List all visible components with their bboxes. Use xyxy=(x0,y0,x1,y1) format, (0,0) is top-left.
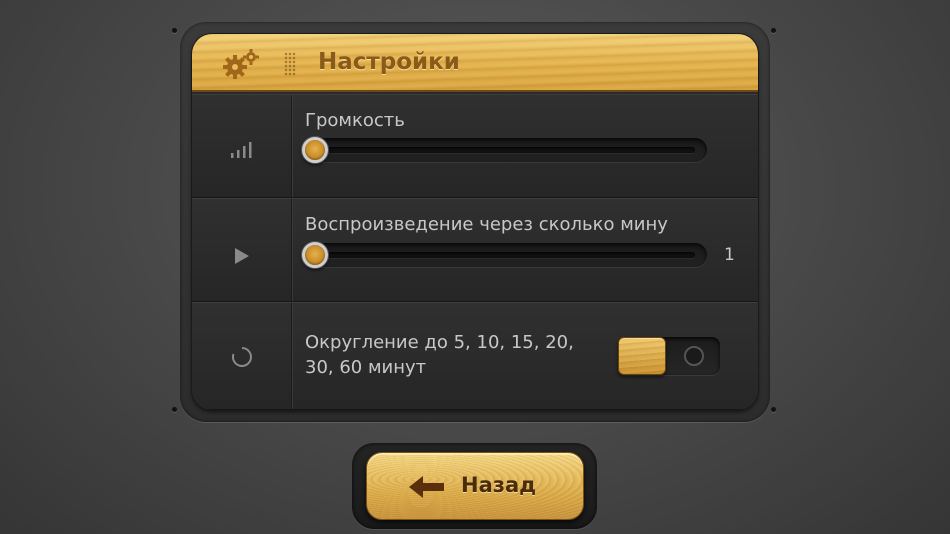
playback-delay-row: Воспроизведение через сколько мину 1 xyxy=(192,198,758,302)
settings-header: Настройки xyxy=(192,34,758,92)
volume-slider-thumb[interactable] xyxy=(302,137,328,163)
volume-slider[interactable] xyxy=(302,137,707,163)
rounding-row: Округление до 5, 10, 15, 20, 30, 60 мину… xyxy=(192,302,758,410)
playback-delay-label: Воспроизведение через сколько мину xyxy=(305,214,668,235)
playback-delay-slider-thumb[interactable] xyxy=(302,242,328,268)
volume-icon-cell xyxy=(192,95,292,197)
rounding-label-line2: 30, 60 минут xyxy=(305,357,427,378)
header-grip xyxy=(284,52,296,76)
rounding-toggle[interactable] xyxy=(618,337,720,375)
gears-icon xyxy=(223,49,259,79)
circle-refresh-icon xyxy=(232,347,252,367)
back-button-label: Назад xyxy=(461,473,537,497)
settings-panel: Настройки Громкость Воспроизведение чере… xyxy=(192,34,758,410)
toggle-off-circle-icon xyxy=(684,346,704,366)
screw-top-left xyxy=(172,28,177,33)
rounding-icon-cell xyxy=(192,303,292,409)
playback-delay-slider[interactable] xyxy=(302,242,707,268)
screw-top-right xyxy=(771,28,776,33)
volume-row: Громкость xyxy=(192,94,758,198)
back-button[interactable]: Назад xyxy=(366,452,584,520)
screw-bottom-right xyxy=(771,407,776,412)
rounding-label-line1: Округление до 5, 10, 15, 20, xyxy=(305,332,574,353)
screw-bottom-left xyxy=(172,407,177,412)
rounding-toggle-knob[interactable] xyxy=(618,337,666,375)
volume-bars-icon xyxy=(231,142,252,158)
arrow-left-icon xyxy=(409,476,444,498)
playback-delay-value: 1 xyxy=(724,245,735,265)
playback-icon-cell xyxy=(192,199,292,301)
play-icon xyxy=(235,248,249,264)
page-title: Настройки xyxy=(318,49,460,75)
volume-label: Громкость xyxy=(305,110,405,131)
